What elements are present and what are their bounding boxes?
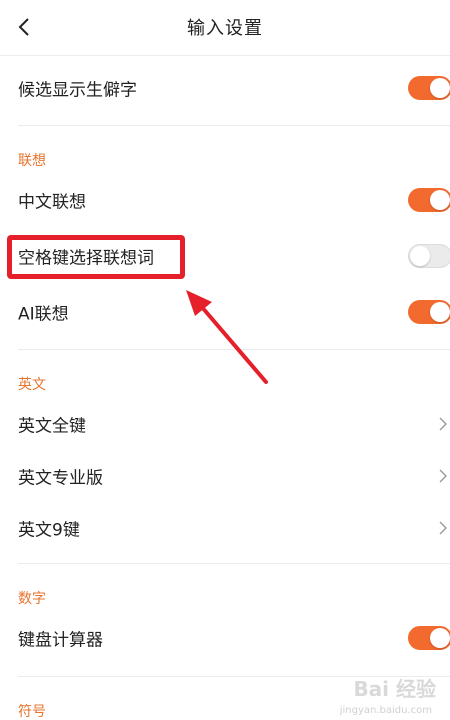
watermark-logo: Bai 经验 — [353, 677, 436, 701]
section-label-number: 数字 — [18, 591, 46, 607]
toggle-knob — [410, 246, 430, 266]
section-label-association: 联想 — [18, 153, 46, 169]
setting-row-candidate-rare: 候选显示生僻字 — [0, 60, 450, 116]
calculator-toggle[interactable] — [408, 626, 450, 650]
divider — [18, 563, 450, 564]
divider — [18, 676, 450, 677]
setting-row-calculator: 键盘计算器 — [0, 610, 450, 666]
setting-row-english-9[interactable]: 英文9键 — [0, 500, 450, 556]
setting-label: 候选显示生僻字 — [18, 80, 137, 101]
setting-row-space-select: 空格键选择联想词 — [0, 228, 450, 284]
setting-label: 键盘计算器 — [18, 630, 103, 651]
setting-label: 英文专业版 — [18, 468, 103, 489]
toggle-knob — [430, 190, 450, 210]
ai-association-toggle[interactable] — [408, 300, 450, 324]
candidate-rare-toggle[interactable] — [408, 76, 450, 100]
setting-row-ai-association: AI联想 — [0, 284, 450, 340]
input-settings-screen: 输入设置 候选显示生僻字 联想 中文联想 空格键选择联想词 AI联想 英文 英文… — [0, 0, 450, 720]
chinese-association-toggle[interactable] — [408, 188, 450, 212]
setting-label: 英文9键 — [18, 520, 80, 541]
divider — [18, 349, 450, 350]
divider — [18, 125, 450, 126]
space-select-toggle[interactable] — [408, 244, 450, 268]
page-title: 输入设置 — [187, 18, 263, 39]
section-label-english: 英文 — [18, 377, 46, 393]
toggle-knob — [430, 78, 450, 98]
toggle-knob — [430, 302, 450, 322]
chevron-right-icon — [439, 417, 447, 431]
chevron-right-icon — [439, 469, 447, 483]
section-label-symbol: 符号 — [18, 704, 46, 720]
watermark-url: jingyan.baidu.com — [339, 705, 432, 716]
header: 输入设置 — [0, 0, 450, 56]
setting-row-english-pro[interactable]: 英文专业版 — [0, 448, 450, 504]
chevron-right-icon — [439, 521, 447, 535]
setting-label: 中文联想 — [18, 192, 86, 213]
toggle-knob — [430, 628, 450, 648]
setting-label: 英文全键 — [18, 416, 86, 437]
setting-label: AI联想 — [18, 304, 69, 325]
setting-row-chinese-association: 中文联想 — [0, 172, 450, 228]
setting-label: 空格键选择联想词 — [18, 248, 154, 269]
setting-row-english-full[interactable]: 英文全键 — [0, 396, 450, 452]
